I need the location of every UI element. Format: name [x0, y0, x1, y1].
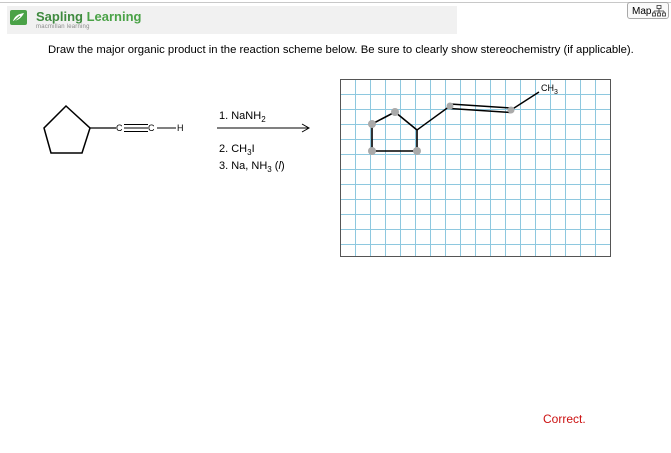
brand-name-part2: Learning — [86, 9, 142, 24]
hydrogen-label: H — [177, 123, 184, 133]
atom-handle[interactable] — [391, 108, 399, 116]
alkyne-carbon-label-2: C — [148, 123, 155, 133]
reagent-step-1-sub: 2 — [261, 115, 266, 125]
bond-ring-to-alkene — [416, 105, 451, 131]
reagent-step-3-close: ) — [280, 160, 285, 172]
reagent-step-1-text: 1. NaNH — [219, 110, 262, 122]
map-button[interactable]: Map — [627, 2, 669, 19]
reagent-step-3: 3. Na, NH3 (l) — [219, 160, 285, 174]
methyl-label-sub: 3 — [554, 88, 558, 96]
map-button-label: Map — [632, 6, 652, 17]
question-text: Draw the major organic product in the re… — [48, 44, 634, 56]
reaction-arrow-head — [301, 123, 311, 133]
double-bond-line-2 — [449, 107, 512, 114]
bond-alkene-to-methyl — [510, 91, 540, 111]
methyl-label: CH3 — [541, 83, 558, 96]
result-status: Correct. — [543, 412, 586, 426]
drawing-canvas[interactable]: CH3 — [340, 79, 611, 257]
top-divider — [0, 2, 671, 3]
brand-name-part1: Sapling — [36, 9, 83, 24]
leaf-logo-icon — [10, 10, 27, 25]
reagent-step-1: 1. NaNH2 — [219, 110, 266, 124]
atom-handle[interactable] — [507, 106, 515, 114]
methyl-label-text: CH — [541, 83, 554, 93]
atom-handle[interactable] — [368, 120, 376, 128]
reagent-step-2-suffix: I — [251, 143, 255, 155]
brand-subtitle: macmillan learning — [36, 24, 90, 30]
cyclopentane-ring — [43, 104, 91, 154]
double-bond-line-1 — [449, 103, 512, 109]
atom-handle[interactable] — [368, 147, 376, 155]
brand-name: Sapling Learning — [36, 9, 141, 24]
reagent-step-2: 2. CH3I — [219, 143, 255, 157]
atom-handle[interactable] — [446, 102, 454, 110]
product-structure — [368, 91, 540, 155]
reagent-step-3-text: 3. Na, NH — [219, 160, 268, 172]
product-cyclopentane-ring — [371, 111, 418, 152]
atom-handle[interactable] — [413, 147, 421, 155]
alkyne-carbon-label-1: C — [116, 123, 123, 133]
sitemap-icon — [652, 5, 666, 17]
reagent-step-2-text: 2. CH — [219, 143, 248, 155]
